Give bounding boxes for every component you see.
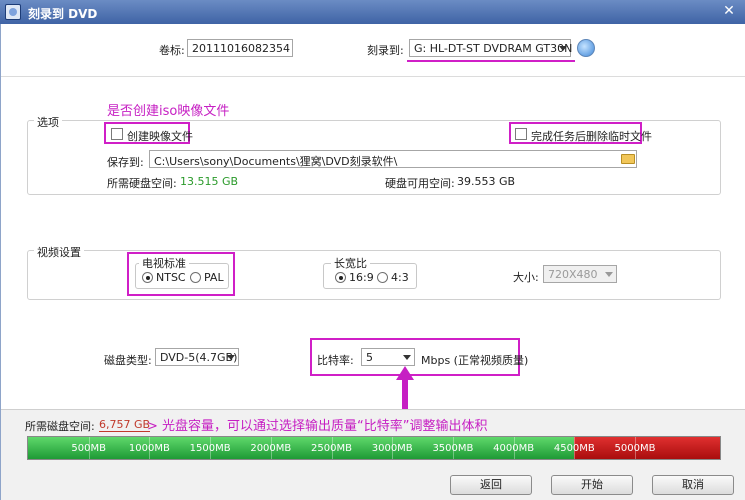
aspect-169-label: 16:9 xyxy=(349,271,374,284)
create-image-label: 创建映像文件 xyxy=(127,130,193,143)
size-value: 720X480 xyxy=(548,268,598,281)
aspect-43-radio[interactable] xyxy=(377,272,388,283)
iso-annotation: 是否创建iso映像文件 xyxy=(107,104,230,119)
capacity-tick-label: 4000MB xyxy=(493,443,535,454)
burn-to-value: G: HL-DT-ST DVDRAM GT30N xyxy=(414,42,573,55)
pal-radio[interactable] xyxy=(190,272,201,283)
capacity-bar: 500MB 1000MB 1500MB 2000MB 2500MB 3000MB 3500M… xyxy=(27,436,721,460)
save-to-label: 保存到: xyxy=(107,156,144,169)
ntsc-radio[interactable] xyxy=(142,272,153,283)
capacity-tick-label: 3500MB xyxy=(432,443,474,454)
available-space-value: 39.553 GB xyxy=(457,175,516,188)
disc-type-select[interactable]: DVD-5(4.7GB) xyxy=(155,348,239,366)
burn-to-underline xyxy=(407,60,575,62)
dialog-frame: 卷标: 20111016082354 刻录到: G: HL-DT-ST DVDR… xyxy=(0,24,745,500)
bitrate-unit: Mbps (正常视频质量) xyxy=(421,354,529,367)
pal-label: PAL xyxy=(204,271,224,284)
chevron-down-icon xyxy=(559,46,567,51)
title-bar: 刻录到 DVD ✕ xyxy=(0,0,745,24)
available-space-label: 硬盘可用空间: xyxy=(385,177,455,190)
volume-input[interactable]: 20111016082354 xyxy=(187,39,293,57)
burn-to-select[interactable]: G: HL-DT-ST DVDRAM GT30N xyxy=(409,39,573,57)
capacity-tick-label: 5000MB xyxy=(614,443,656,454)
required-space-label: 所需硬盘空间: xyxy=(107,177,177,190)
refresh-globe-icon[interactable] xyxy=(577,39,595,57)
capacity-tick-label: 2500MB xyxy=(311,443,352,454)
aspect-ratio-title: 长宽比 xyxy=(331,255,370,271)
divider xyxy=(1,76,745,77)
back-button[interactable]: 返回 xyxy=(450,475,532,495)
delete-temp-checkbox[interactable] xyxy=(515,128,527,140)
save-to-input[interactable]: C:\Users\sony\Documents\狸窝\DVD刻录软件\ xyxy=(149,150,637,168)
app-icon xyxy=(5,4,21,20)
bitrate-value: 5 xyxy=(366,351,373,364)
disc-type-value: DVD-5(4.7GB) xyxy=(160,351,238,364)
ntsc-label: NTSC xyxy=(156,271,186,284)
video-settings-title: 视频设置 xyxy=(34,244,84,260)
capacity-tick-label: 1000MB xyxy=(128,443,170,454)
size-select[interactable]: 720X480 xyxy=(543,265,617,283)
chevron-down-icon xyxy=(227,355,235,360)
burn-to-label: 刻录到: xyxy=(367,44,404,57)
options-group-title: 选项 xyxy=(34,114,62,130)
cancel-button[interactable]: 取消 xyxy=(652,475,734,495)
aspect-43-label: 4:3 xyxy=(391,271,409,284)
chevron-down-icon xyxy=(403,355,411,360)
capacity-area: 所需磁盘空间: 6,757 GB > 光盘容量，可以通过选择输出质量“比特率”调… xyxy=(1,409,745,500)
capacity-tick-label: 1500MB xyxy=(189,443,231,454)
create-image-checkbox[interactable] xyxy=(111,128,123,140)
close-icon[interactable]: ✕ xyxy=(719,2,739,20)
annotation-arrow-shaft xyxy=(402,379,408,411)
volume-label: 卷标: xyxy=(159,44,185,57)
chevron-down-icon xyxy=(605,272,613,277)
capacity-label: 所需磁盘空间: xyxy=(25,420,95,433)
required-space-value: 13.515 GB xyxy=(180,175,239,188)
capacity-tick-label: 4500MB xyxy=(553,443,595,454)
tv-standard-title: 电视标准 xyxy=(139,255,189,271)
disc-type-label: 磁盘类型: xyxy=(104,354,152,367)
capacity-annotation: > 光盘容量，可以通过选择输出质量“比特率”调整输出体积 xyxy=(147,419,488,434)
window-title: 刻录到 DVD xyxy=(28,7,98,21)
folder-icon[interactable] xyxy=(621,154,635,164)
size-label: 大小: xyxy=(513,271,539,284)
capacity-tick-label: 3000MB xyxy=(371,443,413,454)
aspect-169-radio[interactable] xyxy=(335,272,346,283)
capacity-tick-label: 500MB xyxy=(71,443,106,454)
delete-temp-label: 完成任务后删除临时文件 xyxy=(531,130,652,143)
annotation-arrow-icon xyxy=(396,366,414,380)
dialog-content: 卷标: 20111016082354 刻录到: G: HL-DT-ST DVDR… xyxy=(1,24,745,411)
bitrate-label: 比特率: xyxy=(317,354,354,367)
start-button[interactable]: 开始 xyxy=(551,475,633,495)
capacity-value: 6,757 GB xyxy=(99,418,151,432)
capacity-tick-label: 2000MB xyxy=(250,443,292,454)
bitrate-select[interactable]: 5 xyxy=(361,348,415,366)
